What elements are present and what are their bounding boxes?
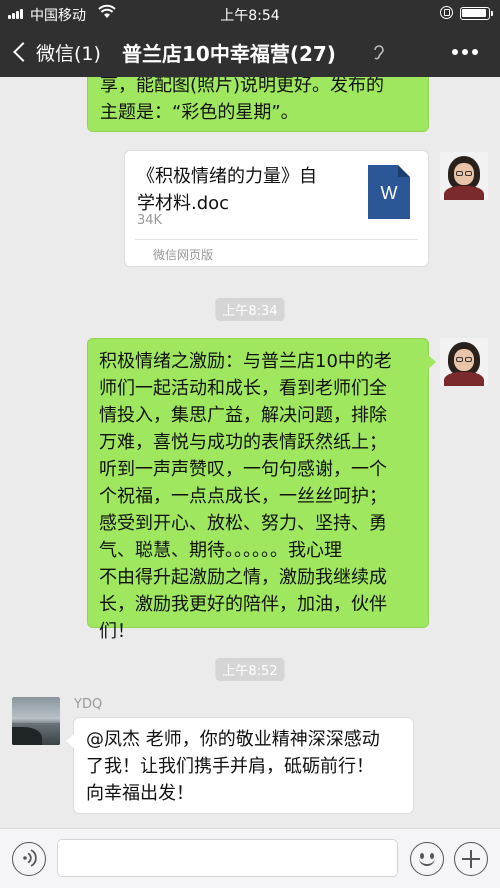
divider (135, 239, 418, 240)
message-line: 感受到开心、放松、努力、坚持、勇 (99, 513, 387, 534)
chat-area[interactable]: 享，能配图(照片)说明更好。发布的 主题是：“彩色的星期”。 《积极情绪的力量》… (0, 77, 500, 828)
avatar[interactable] (440, 338, 488, 386)
mute-ear-icon (374, 45, 384, 60)
input-bar (0, 828, 500, 888)
message-line: 师们一起活动和成长，看到老师们全 (99, 378, 387, 399)
add-more-button[interactable] (454, 842, 488, 876)
file-name-line: 学材料.doc (137, 193, 230, 214)
timestamp: 上午8:34 (215, 298, 285, 321)
file-message[interactable]: 《积极情绪的力量》自 学材料.doc 34K W 微信网页版 (124, 150, 429, 267)
message-line: 个祝福，一点点成长，一丝丝呵护； (99, 486, 387, 507)
voice-button[interactable] (12, 842, 46, 876)
battery-icon (460, 7, 493, 20)
message-line: 不由得升起激励之情，激励我继续成 (99, 567, 387, 588)
message-line: 听到一声声赞叹，一句句感谢，一个 (99, 459, 387, 480)
word-icon-letter: W (380, 183, 398, 203)
orientation-lock-icon (440, 6, 453, 19)
avatar[interactable] (440, 152, 488, 200)
message-bubble-incoming[interactable]: @凤杰 老师，你的敬业精神深深感动 了我！让我们携手并肩，砥砺前行！ 向幸福出发… (66, 717, 414, 814)
dot-icon (462, 49, 468, 55)
message-line: 向幸福出发！ (86, 783, 194, 804)
voice-icon (23, 849, 38, 868)
sender-name: YDQ (74, 697, 103, 712)
more-options-button[interactable] (452, 49, 478, 55)
status-bar: 中国移动 上午8:54 (0, 0, 500, 27)
timestamp: 上午8:52 (215, 658, 285, 681)
back-label: 微信(1) (36, 42, 101, 65)
message-bubble-outgoing[interactable]: 享，能配图(照片)说明更好。发布的 主题是：“彩色的星期”。 (87, 77, 429, 132)
message-line: 了我！让我们携手并肩，砥砺前行！ (86, 756, 374, 777)
message-line: 享，能配图(照片)说明更好。发布的 (100, 77, 385, 96)
emoji-button[interactable] (410, 842, 444, 876)
chat-title: 普兰店10中幸福营(27) (122, 42, 336, 66)
file-source: 微信网页版 (153, 248, 214, 262)
message-line: @凤杰 老师，你的敬业精神深深感动 (86, 729, 380, 750)
dot-icon (452, 49, 458, 55)
message-bubble-outgoing[interactable]: 积极情绪之激励：与普兰店10中的老 师们一起活动和成长，看到老师们全 情投入，集… (87, 338, 436, 642)
back-button[interactable]: 微信(1) (10, 37, 101, 67)
file-name: 《积极情绪的力量》自 学材料.doc (137, 163, 357, 217)
clock: 上午8:54 (220, 8, 280, 24)
message-line: 主题是：“彩色的星期”。 (100, 102, 299, 123)
dot-icon (472, 49, 478, 55)
avatar[interactable] (12, 697, 60, 745)
file-name-line: 《积极情绪的力量》自 (137, 166, 317, 187)
message-input[interactable] (57, 839, 398, 877)
file-size: 34K (137, 213, 163, 228)
message-line: 情投入，集思广益，解决问题，排除 (99, 405, 387, 426)
message-line: 们！ (99, 621, 135, 642)
message-line: 积极情绪之激励：与普兰店10中的老 (99, 351, 392, 372)
word-document-icon: W (368, 165, 410, 219)
chevron-left-icon (13, 42, 33, 62)
message-line: 长，激励我更好的陪伴，加油，伙伴 (99, 594, 387, 615)
nav-bar: 微信(1) 普兰店10中幸福营(27) (0, 27, 500, 77)
message-line: 气、聪慧、期待。。。。。。我心理 (99, 540, 342, 561)
message-line: 万难，喜悦与成功的表情跃然纸上； (99, 432, 387, 453)
